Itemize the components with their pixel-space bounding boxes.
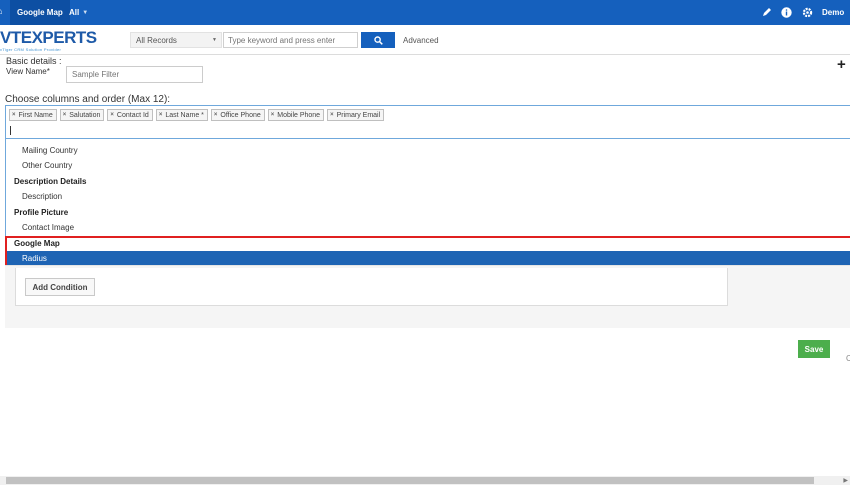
remove-chip-icon[interactable]: ×	[271, 112, 275, 118]
column-chip-label: Primary Email	[336, 111, 381, 119]
view-name-label: View Name*	[6, 67, 50, 76]
scroll-right-icon[interactable]: ▶	[843, 477, 848, 484]
columns-multiselect[interactable]: × First Name × Salutation × Contact Id × Last N…	[5, 105, 850, 139]
logo-text-x: X	[31, 28, 43, 47]
records-select[interactable]: All Records ▼	[130, 32, 222, 48]
chevron-down-icon: ▼	[82, 9, 89, 16]
column-chip[interactable]: × Mobile Phone	[267, 109, 325, 121]
logo-text-left: VTE	[0, 28, 32, 47]
basic-details-heading: Basic details :	[6, 56, 62, 66]
column-chip[interactable]: × Contact Id	[107, 109, 153, 121]
column-chip[interactable]: × Last Name *	[155, 109, 208, 121]
search-icon	[373, 35, 383, 45]
all-menu-label: All	[69, 8, 80, 17]
chevron-down-icon: ▼	[212, 37, 217, 43]
remove-chip-icon[interactable]: ×	[159, 112, 163, 118]
search-button[interactable]	[361, 32, 395, 48]
tab-google-map-label: Google Map	[17, 8, 63, 17]
top-nav-bar: ⌂ Google Map All ▼ Demo	[0, 0, 850, 25]
cancel-link[interactable]: C	[846, 354, 850, 363]
column-chip[interactable]: × Primary Email	[327, 109, 385, 121]
conditions-box	[15, 268, 728, 306]
remove-chip-icon[interactable]: ×	[214, 112, 218, 118]
user-name: Demo	[822, 8, 845, 17]
highlight-annotation	[5, 236, 850, 268]
selected-columns-list: × First Name × Salutation × Contact Id × Last N…	[9, 109, 385, 121]
records-select-value: All Records	[136, 35, 177, 45]
home-icon[interactable]: ⌂	[0, 6, 5, 16]
advanced-search-link[interactable]: Advanced	[403, 36, 439, 45]
logo-tagline: vTiger CRM Solution Provider	[0, 47, 62, 52]
scrollbar-thumb[interactable]	[6, 477, 814, 484]
dropdown-group-header: Description Details	[14, 177, 87, 186]
logo-wordmark: VTEXPERTS	[0, 28, 97, 48]
remove-chip-icon[interactable]: ×	[12, 112, 16, 118]
info-icon[interactable]	[780, 6, 792, 18]
column-chip-label: Contact Id	[116, 111, 149, 119]
dropdown-group-header: Profile Picture	[14, 208, 69, 217]
column-chip[interactable]: × First Name	[9, 109, 57, 121]
add-condition-button[interactable]: Add Condition	[25, 278, 95, 296]
tab-google-map[interactable]: Google Map	[10, 0, 70, 25]
horizontal-scrollbar[interactable]: ▶	[0, 476, 850, 485]
all-menu-dropdown[interactable]: All ▼	[69, 0, 88, 25]
search-input[interactable]	[223, 32, 358, 48]
column-chip[interactable]: × Salutation	[59, 109, 105, 121]
logo-text-right: PERTS	[42, 28, 97, 47]
plus-icon[interactable]: +	[837, 56, 846, 73]
remove-chip-icon[interactable]: ×	[330, 112, 334, 118]
dropdown-option[interactable]: Contact Image	[6, 220, 850, 235]
pencil-icon[interactable]	[761, 6, 773, 18]
column-chip-label: Last Name *	[165, 111, 204, 119]
column-chip[interactable]: × Office Phone	[210, 109, 265, 121]
column-chip-label: Mobile Phone	[277, 111, 321, 119]
column-chip-label: First Name	[18, 111, 53, 119]
dropdown-option[interactable]: Other Country	[6, 158, 850, 173]
remove-chip-icon[interactable]: ×	[110, 112, 114, 118]
column-chip-label: Office Phone	[220, 111, 261, 119]
dropdown-option[interactable]: Mailing Country	[6, 143, 850, 158]
view-name-input[interactable]	[66, 66, 203, 83]
text-cursor	[10, 126, 11, 135]
gear-icon[interactable]	[801, 6, 813, 18]
vtexperts-logo[interactable]: VTEXPERTS vTiger CRM Solution Provider	[0, 28, 97, 52]
save-button[interactable]: Save	[798, 340, 830, 358]
dropdown-option[interactable]: Description	[6, 189, 850, 204]
column-chip-label: Salutation	[69, 111, 101, 119]
columns-heading: Choose columns and order (Max 12):	[5, 94, 171, 105]
user-menu[interactable]: Demo	[822, 0, 844, 25]
remove-chip-icon[interactable]: ×	[63, 112, 67, 118]
